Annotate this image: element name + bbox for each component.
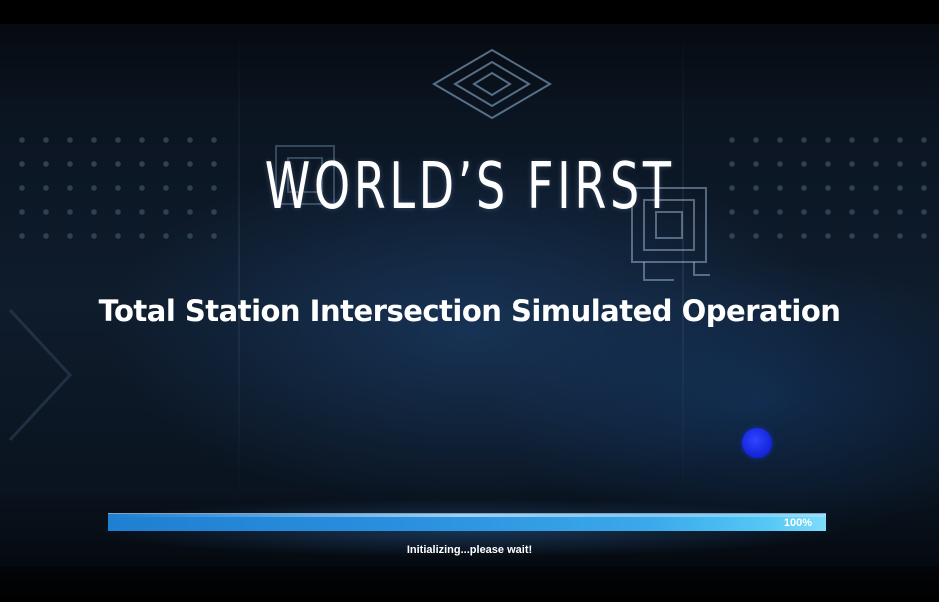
letterbox-bottom bbox=[0, 566, 939, 602]
headline-title: WORLD’S FIRST bbox=[264, 150, 675, 224]
progress-percent-label: 100% bbox=[783, 517, 812, 529]
loading-screen: WORLD’S FIRST Total Station Intersection… bbox=[0, 0, 939, 602]
background-panel-line bbox=[238, 24, 240, 504]
headline-subtitle: Total Station Intersection Simulated Ope… bbox=[98, 294, 841, 328]
loading-progress-bar: 100% bbox=[108, 513, 826, 531]
progress-highlight bbox=[108, 514, 826, 517]
nested-diamond-icon bbox=[432, 48, 552, 120]
loading-status-text: Initializing...please wait! bbox=[406, 544, 533, 556]
blue-dot-icon bbox=[742, 428, 772, 458]
letterbox-top bbox=[0, 0, 939, 24]
